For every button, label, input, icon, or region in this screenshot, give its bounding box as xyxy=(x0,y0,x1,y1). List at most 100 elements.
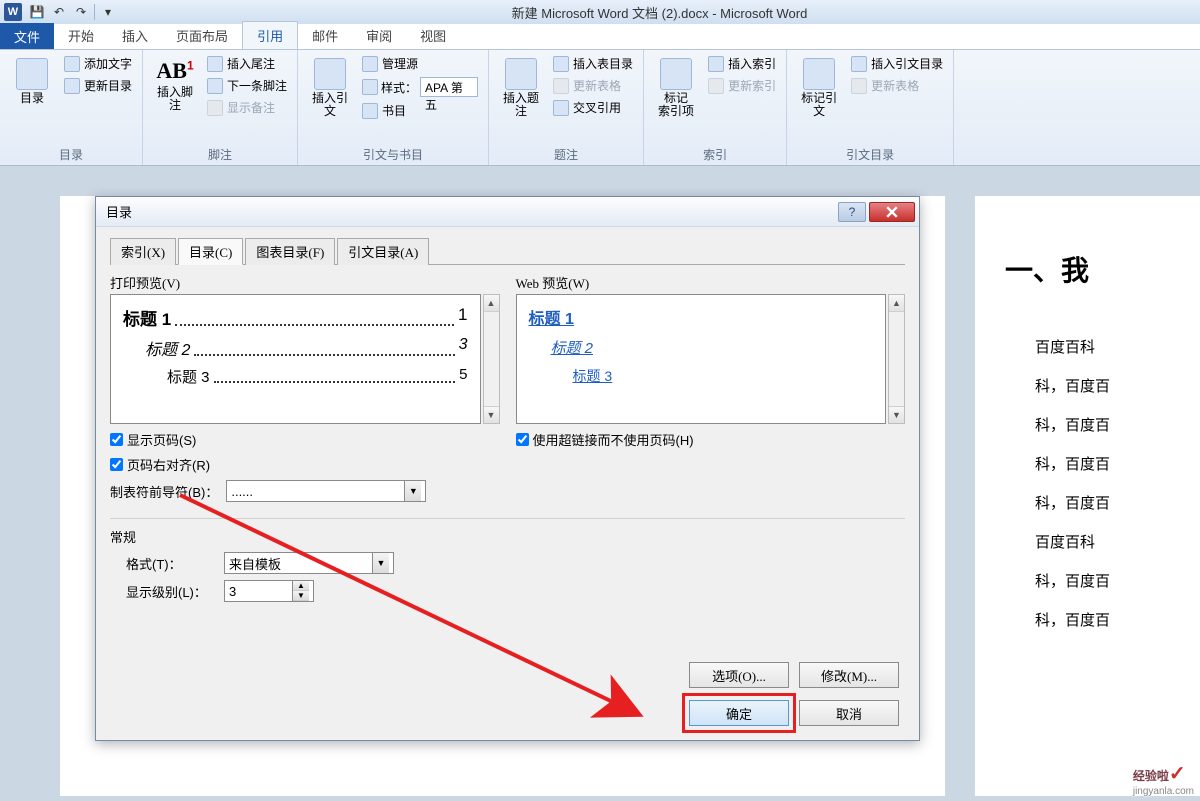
insert-authorities-button[interactable]: 插入引文目录 xyxy=(849,54,945,73)
show-page-numbers-checkbox[interactable] xyxy=(110,433,123,446)
show-notes-button: 显示备注 xyxy=(205,98,289,117)
modify-button[interactable]: 修改(M)... xyxy=(799,662,899,688)
mark-index-button[interactable]: 标记 索引项 xyxy=(652,54,700,122)
tab-leader-select[interactable]: ...... ▼ xyxy=(226,480,426,502)
save-icon[interactable]: 💾 xyxy=(26,2,48,22)
general-label: 常规 xyxy=(110,527,905,546)
toc-button[interactable]: 目录 xyxy=(8,54,56,109)
endnote-icon xyxy=(207,56,223,72)
insert-caption-button[interactable]: 插入题注 xyxy=(497,54,545,122)
dialog-tab-index[interactable]: 索引(X) xyxy=(110,238,176,265)
dialog-tab-authorities[interactable]: 引文目录(A) xyxy=(337,238,429,265)
dialog-tabs: 索引(X) 目录(C) 图表目录(F) 引文目录(A) xyxy=(110,237,905,265)
tab-review[interactable]: 审阅 xyxy=(352,22,406,49)
spinner-down-icon[interactable]: ▼ xyxy=(293,591,309,601)
citation-style-select[interactable]: APA 第五 xyxy=(420,77,478,97)
tab-home[interactable]: 开始 xyxy=(54,22,108,49)
app-title: 新建 Microsoft Word 文档 (2).docx - Microsof… xyxy=(119,3,1200,22)
doc-heading: 一、我 xyxy=(1005,236,1190,309)
watermark: 经验啦✓ jingyanla.com xyxy=(1133,761,1194,797)
title-bar: W 💾 ↶ ↷ ▾ 新建 Microsoft Word 文档 (2).docx … xyxy=(0,0,1200,24)
doc-paragraph: 科，百度百 xyxy=(1005,602,1190,641)
spinner-up-icon[interactable]: ▲ xyxy=(293,581,309,591)
citation-icon xyxy=(314,58,346,90)
web-preview-box: 标题 1 标题 2 标题 3 xyxy=(516,294,887,424)
manage-sources-button[interactable]: 管理源 xyxy=(360,54,480,73)
mark-citation-button[interactable]: 标记引文 xyxy=(795,54,843,122)
update-table-button: 更新表格 xyxy=(551,76,635,95)
next-footnote-button[interactable]: 下一条脚注 xyxy=(205,76,289,95)
web-preview-label: Web 预览(W) xyxy=(516,273,906,292)
word-icon: W xyxy=(4,3,22,21)
refresh-icon xyxy=(64,78,80,94)
insert-index-icon xyxy=(708,56,724,72)
next-footnote-icon xyxy=(207,78,223,94)
scroll-down-icon[interactable]: ▼ xyxy=(484,406,499,423)
format-select[interactable]: 来自模板 ▼ xyxy=(224,552,394,574)
caption-icon xyxy=(505,58,537,90)
doc-paragraph: 百度百科 xyxy=(1005,524,1190,563)
group-label-citation: 引文与书目 xyxy=(306,144,480,163)
undo-icon[interactable]: ↶ xyxy=(48,2,70,22)
add-text-button[interactable]: 添加文字 xyxy=(62,54,134,73)
ok-button[interactable]: 确定 xyxy=(689,700,789,726)
tab-references[interactable]: 引用 xyxy=(242,21,298,49)
footnote-icon: AB1 xyxy=(156,58,193,84)
ribbon: 目录 添加文字 更新目录 目录 AB1 插入脚注 插入尾注 下一条脚注 显示备注… xyxy=(0,50,1200,166)
qat-customize-icon[interactable]: ▾ xyxy=(97,2,119,22)
tab-view[interactable]: 视图 xyxy=(406,22,460,49)
scrollbar[interactable]: ▲ ▼ xyxy=(483,294,500,424)
insert-table-figures-button[interactable]: 插入表目录 xyxy=(551,54,635,73)
cross-reference-button[interactable]: 交叉引用 xyxy=(551,98,635,117)
manage-sources-icon xyxy=(362,56,378,72)
check-icon: ✓ xyxy=(1169,763,1186,785)
insert-endnote-button[interactable]: 插入尾注 xyxy=(205,54,289,73)
insert-footnote-button[interactable]: AB1 插入脚注 xyxy=(151,54,199,116)
show-notes-icon xyxy=(207,100,223,116)
right-align-checkbox[interactable] xyxy=(110,458,123,471)
bibliography-button[interactable]: 书目 xyxy=(360,101,480,120)
document-page: 一、我 百度百科 科，百度百 科，百度百 科，百度百 科，百度百 百度百科 科，… xyxy=(975,196,1200,796)
toc-icon xyxy=(16,58,48,90)
tab-file[interactable]: 文件 xyxy=(0,23,54,49)
scroll-down-icon[interactable]: ▼ xyxy=(889,406,904,423)
levels-label: 显示级别(L)： xyxy=(126,582,216,601)
redo-icon[interactable]: ↷ xyxy=(70,2,92,22)
scrollbar[interactable]: ▲ ▼ xyxy=(888,294,905,424)
citation-label: 插入引文 xyxy=(308,92,352,118)
dialog-tab-toc[interactable]: 目录(C) xyxy=(178,238,243,265)
close-button[interactable] xyxy=(869,202,915,222)
options-button[interactable]: 选项(O)... xyxy=(689,662,789,688)
update-authorities-icon xyxy=(851,78,867,94)
insert-citation-button[interactable]: 插入引文 xyxy=(306,54,354,122)
scroll-up-icon[interactable]: ▲ xyxy=(889,295,904,312)
tab-mail[interactable]: 邮件 xyxy=(298,22,352,49)
help-button[interactable]: ? xyxy=(838,202,866,222)
doc-paragraph: 科，百度百 xyxy=(1005,368,1190,407)
group-label-footnote: 脚注 xyxy=(151,144,289,163)
toc-label: 目录 xyxy=(20,92,44,105)
dialog-tab-figures[interactable]: 图表目录(F) xyxy=(245,238,335,265)
group-citation: 插入引文 管理源 样式： APA 第五 书目 引文与书目 xyxy=(298,50,489,165)
tab-layout[interactable]: 页面布局 xyxy=(162,22,242,49)
format-label: 格式(T)： xyxy=(126,554,216,573)
update-toc-button[interactable]: 更新目录 xyxy=(62,76,134,95)
group-footnote: AB1 插入脚注 插入尾注 下一条脚注 显示备注 脚注 xyxy=(143,50,298,165)
dialog-titlebar[interactable]: 目录 ? xyxy=(96,197,919,227)
chevron-down-icon: ▼ xyxy=(404,481,421,501)
bibliography-icon xyxy=(362,103,378,119)
caption-label: 插入题注 xyxy=(499,92,543,118)
tab-insert[interactable]: 插入 xyxy=(108,22,162,49)
insert-index-button[interactable]: 插入索引 xyxy=(706,54,778,73)
crossref-icon xyxy=(553,100,569,116)
style-icon xyxy=(362,79,378,95)
print-preview-box: 标题 11 标题 23 标题 35 xyxy=(110,294,481,424)
group-caption: 插入题注 插入表目录 更新表格 交叉引用 题注 xyxy=(489,50,644,165)
levels-spinner[interactable]: 3 ▲ ▼ xyxy=(224,580,314,602)
group-authorities: 标记引文 插入引文目录 更新表格 引文目录 xyxy=(787,50,954,165)
use-hyperlinks-checkbox[interactable] xyxy=(516,433,529,446)
update-index-icon xyxy=(708,78,724,94)
footnote-label: 插入脚注 xyxy=(153,86,197,112)
cancel-button[interactable]: 取消 xyxy=(799,700,899,726)
scroll-up-icon[interactable]: ▲ xyxy=(484,295,499,312)
